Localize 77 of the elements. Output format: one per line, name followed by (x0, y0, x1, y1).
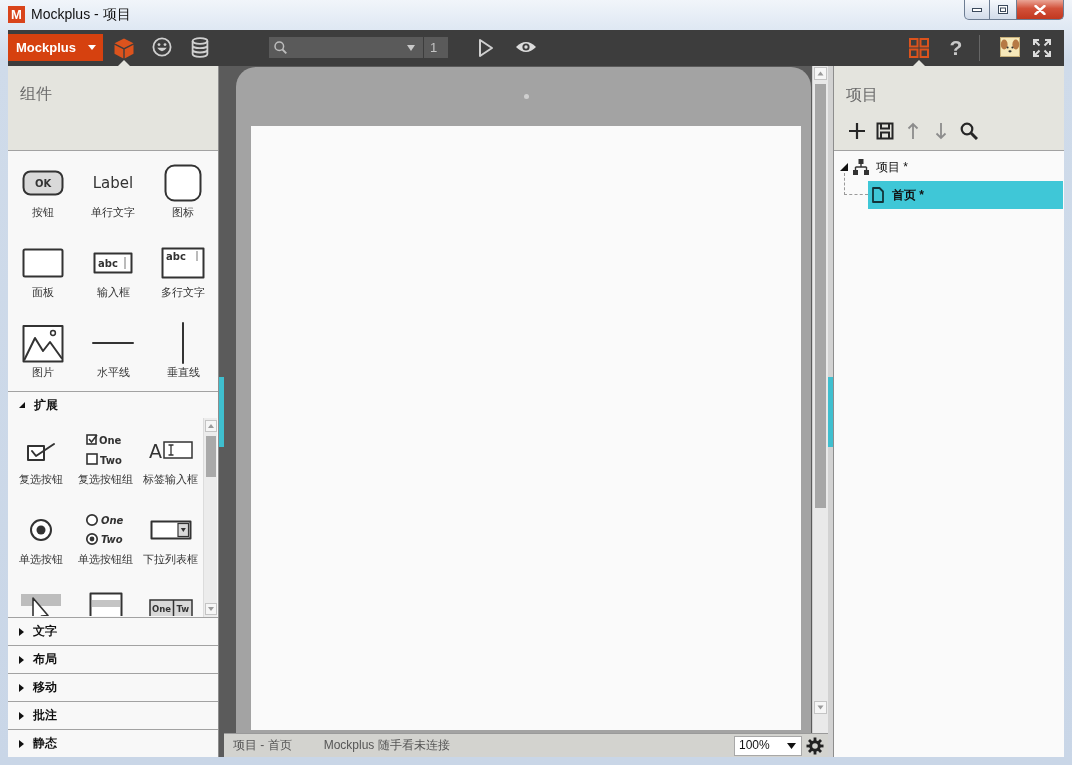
maximize-button[interactable] (990, 0, 1017, 20)
caret-right-icon (19, 739, 24, 748)
minimize-icon (972, 7, 982, 12)
help-button[interactable]: ? (943, 30, 969, 66)
mockplus-menu-button[interactable]: Mockplus (8, 34, 103, 61)
splitter-handle[interactable] (219, 376, 224, 447)
fullscreen-icon[interactable] (1033, 39, 1051, 57)
rounded-square-icon (164, 164, 202, 202)
grid-icon (909, 38, 929, 58)
panel-title: 组件 (20, 84, 53, 104)
vertical-line-icon (181, 322, 185, 364)
component-tile[interactable]: 复选按钮 (8, 418, 73, 498)
scrollbar-thumb[interactable] (205, 436, 216, 477)
text-input-icon: abc (93, 252, 133, 274)
close-button[interactable] (1017, 0, 1064, 20)
play-icon[interactable] (478, 38, 494, 58)
tree-item[interactable]: 项目 * (840, 153, 1063, 181)
cube-icon (113, 37, 135, 59)
component-tile[interactable]: 面板 (8, 231, 78, 311)
close-icon (1034, 4, 1046, 15)
connection-status-text: Mockplus 随手看未连接 (323, 738, 450, 753)
component-tile[interactable]: One Tw (138, 578, 203, 616)
dog-avatar-icon[interactable] (1000, 37, 1020, 57)
page-number-field[interactable]: 1 (424, 37, 448, 58)
caret-right-icon (19, 655, 24, 664)
horizontal-line-icon (92, 341, 134, 345)
component-tile[interactable]: 下拉列表框 (138, 498, 203, 578)
component-tile[interactable]: 单选按钮 (8, 498, 73, 578)
smiley-icon (152, 37, 172, 57)
database-icon (191, 37, 209, 58)
sitemap-icon (853, 159, 869, 175)
dropdown-icon (149, 520, 192, 540)
caret-down-icon (88, 45, 96, 50)
app-logo: M (8, 6, 25, 23)
search-field[interactable] (269, 37, 423, 58)
scrollbar-thumb[interactable] (815, 84, 826, 508)
cursor-menu-icon (20, 592, 61, 616)
caret-down-icon (19, 402, 25, 408)
tree-item[interactable]: 首页 * (868, 181, 1063, 209)
component-tile[interactable]: One Two 单选按钮组 (73, 498, 138, 578)
minimize-button[interactable] (964, 0, 990, 20)
caret-right-icon (19, 711, 24, 720)
component-tile[interactable]: OK 按钮 (8, 151, 78, 231)
search-icon (274, 41, 287, 54)
caret-down-icon (787, 742, 796, 749)
breadcrumb-text: 项目 - 首页 (233, 738, 292, 753)
text-area-icon: abc (161, 247, 205, 279)
component-tile[interactable]: abc 多行文字 (148, 231, 218, 311)
image-icon (22, 323, 64, 363)
component-tile[interactable]: abc 输入框 (78, 231, 148, 311)
rectangle-icon (22, 248, 64, 278)
component-tile[interactable]: A 标签输入框 (138, 418, 203, 498)
caret-right-icon (19, 683, 24, 692)
component-tile[interactable]: 图片 (8, 311, 78, 391)
settings-icon[interactable] (806, 736, 824, 755)
button-sketch-icon: OK (22, 170, 64, 196)
zoom-select[interactable]: 100% (734, 735, 802, 756)
plus-icon[interactable] (848, 122, 866, 140)
eye-icon[interactable] (515, 40, 537, 54)
page-icon (872, 187, 884, 203)
camera-dot-icon (523, 94, 529, 99)
component-tile[interactable]: 图标 (148, 151, 218, 231)
maximize-icon (998, 5, 1008, 14)
window-title: Mockplus - 项目 (31, 6, 131, 23)
component-tile[interactable]: One Two 复选按钮组 (73, 418, 138, 498)
splitter-bar[interactable] (219, 66, 224, 757)
panel-title: 项目 (846, 85, 879, 105)
component-tile[interactable]: Label 单行文字 (78, 151, 148, 231)
splitter-handle[interactable] (828, 376, 833, 447)
caret-down-icon (407, 44, 415, 51)
panel-bar-icon (88, 592, 123, 616)
caret-right-icon (19, 627, 24, 636)
component-tile[interactable]: 垂直线 (148, 311, 218, 391)
radio-button-icon (28, 518, 53, 542)
text-label-icon: Label (89, 173, 137, 193)
component-tile[interactable]: 水平线 (78, 311, 148, 391)
search-icon[interactable] (960, 122, 978, 140)
